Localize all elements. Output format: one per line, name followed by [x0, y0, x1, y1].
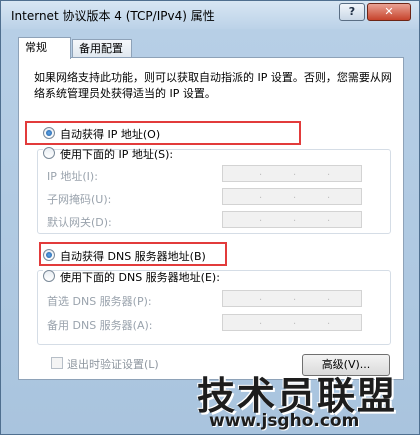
ip-manual-label: 使用下面的 IP 地址(S):: [60, 148, 174, 161]
dns-manual-radio[interactable]: [43, 270, 55, 282]
help-button[interactable]: ?: [339, 3, 365, 21]
ip-address-label: IP 地址(I):: [47, 170, 98, 183]
ip-auto-radio[interactable]: [43, 127, 55, 139]
tab-general[interactable]: 常规: [18, 37, 71, 59]
watermark-url: www.jsgho.com: [209, 411, 360, 431]
advanced-button[interactable]: 高级(V)...: [302, 354, 390, 376]
default-gateway-input[interactable]: ...: [222, 211, 362, 228]
dns-manual-option[interactable]: 使用下面的 DNS 服务器地址(E):: [43, 268, 220, 284]
window-title: Internet 协议版本 4 (TCP/IPv4) 属性: [11, 9, 215, 23]
dns-auto-label: 自动获得 DNS 服务器地址(B): [60, 250, 206, 263]
tab-alternate-config[interactable]: 备用配置: [72, 39, 132, 58]
ip-manual-option[interactable]: 使用下面的 IP 地址(S):: [43, 145, 173, 161]
alternate-dns-input[interactable]: ...: [222, 314, 362, 331]
dialog-window: Internet 协议版本 4 (TCP/IPv4) 属性 ? ✕ 常规 备用配…: [0, 0, 420, 435]
default-gateway-label: 默认网关(D):: [47, 216, 112, 229]
title-bar: Internet 协议版本 4 (TCP/IPv4) 属性 ? ✕: [1, 1, 419, 29]
subnet-mask-label: 子网掩码(U):: [47, 193, 112, 206]
preferred-dns-input[interactable]: ...: [222, 290, 362, 307]
description-text: 如果网络支持此功能，则可以获取自动指派的 IP 设置。否则，您需要从网络系统管理…: [34, 71, 392, 100]
general-panel: 如果网络支持此功能，则可以获取自动指派的 IP 设置。否则，您需要从网络系统管理…: [18, 57, 404, 380]
alternate-dns-label: 备用 DNS 服务器(A):: [47, 319, 153, 332]
validate-checkbox[interactable]: [51, 357, 63, 369]
validate-label: 退出时验证设置(L): [67, 358, 159, 371]
ip-auto-label: 自动获得 IP 地址(O): [60, 128, 161, 141]
subnet-mask-input[interactable]: ...: [222, 188, 362, 205]
ip-address-input[interactable]: ...: [222, 165, 362, 182]
dns-auto-radio[interactable]: [43, 249, 55, 261]
preferred-dns-label: 首选 DNS 服务器(P):: [47, 295, 152, 308]
ip-manual-radio[interactable]: [43, 147, 55, 159]
close-button[interactable]: ✕: [367, 3, 411, 21]
dns-manual-label: 使用下面的 DNS 服务器地址(E):: [60, 271, 220, 284]
